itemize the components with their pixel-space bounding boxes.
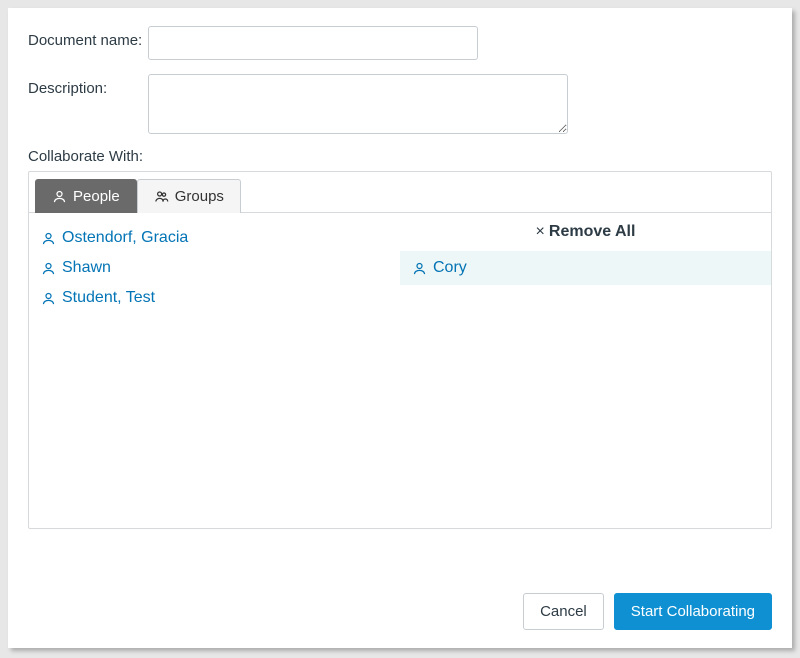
tab-groups[interactable]: Groups	[137, 179, 241, 213]
form-footer: Cancel Start Collaborating	[523, 593, 772, 630]
description-input[interactable]	[148, 74, 568, 134]
doc-name-row: Document name:	[28, 26, 772, 60]
person-icon	[52, 189, 67, 204]
collaborate-with-box: People Groups Ostendorf, Gracia	[28, 171, 772, 529]
person-name: Cory	[433, 259, 467, 277]
collaboration-form-panel: Document name: Description: Collaborate …	[8, 8, 792, 648]
selected-people-column: × Remove All Cory	[400, 213, 771, 528]
start-collaborating-button[interactable]: Start Collaborating	[614, 593, 772, 630]
collaborate-with-label: Collaborate With:	[28, 148, 772, 165]
doc-name-label: Document name:	[28, 26, 148, 49]
tab-people[interactable]: People	[35, 179, 137, 213]
person-name: Shawn	[62, 259, 111, 277]
selected-person[interactable]: Cory	[400, 251, 771, 285]
person-icon	[41, 291, 56, 306]
remove-all-label: Remove All	[549, 223, 636, 241]
collab-body: Ostendorf, Gracia Shawn Student, Test	[29, 213, 771, 528]
person-icon	[41, 261, 56, 276]
group-icon	[154, 189, 169, 204]
available-person[interactable]: Ostendorf, Gracia	[37, 223, 392, 253]
available-people-column: Ostendorf, Gracia Shawn Student, Test	[29, 213, 400, 528]
tab-groups-label: Groups	[175, 188, 224, 205]
available-person[interactable]: Student, Test	[37, 283, 392, 313]
person-name: Ostendorf, Gracia	[62, 229, 188, 247]
person-icon	[41, 231, 56, 246]
description-row: Description:	[28, 74, 772, 134]
close-icon: ×	[536, 223, 545, 241]
available-person[interactable]: Shawn	[37, 253, 392, 283]
person-icon	[412, 261, 427, 276]
doc-name-input[interactable]	[148, 26, 478, 60]
collab-tabbar: People Groups	[29, 172, 771, 213]
cancel-button[interactable]: Cancel	[523, 593, 604, 630]
tab-people-label: People	[73, 188, 120, 205]
person-name: Student, Test	[62, 289, 155, 307]
remove-all-button[interactable]: × Remove All	[400, 219, 771, 251]
description-label: Description:	[28, 74, 148, 97]
